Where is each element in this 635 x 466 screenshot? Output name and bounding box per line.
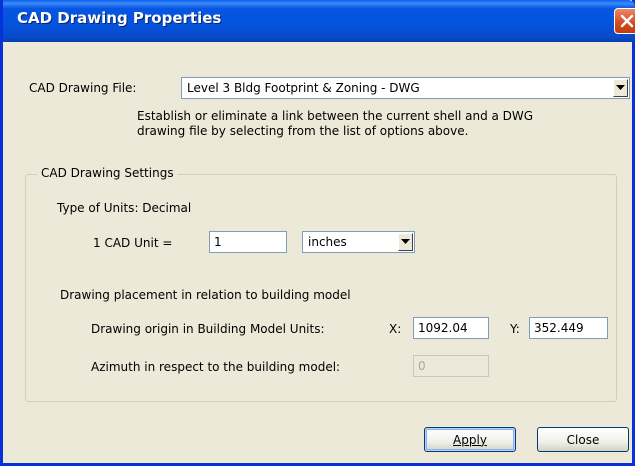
title-bar[interactable]: CAD Drawing Properties <box>3 0 635 42</box>
cad-drawing-settings-title: CAD Drawing Settings <box>37 166 178 180</box>
units-type-label: Type of Units: Decimal <box>57 201 192 215</box>
azimuth-input[interactable]: 0 <box>413 355 489 377</box>
cad-unit-input[interactable]: 1 <box>209 231 287 253</box>
origin-x-input[interactable]: 1092.04 <box>413 317 489 339</box>
close-window-button[interactable] <box>614 8 635 34</box>
origin-y-input[interactable]: 352.449 <box>529 317 608 339</box>
dialog-window: CAD Drawing Properties CAD Drawing File:… <box>0 0 635 466</box>
cad-drawing-file-select[interactable]: Level 3 Bldg Footprint & Zoning - DWG <box>181 77 630 99</box>
close-button[interactable]: Close <box>537 427 629 452</box>
close-x-icon <box>620 14 634 28</box>
chevron-down-icon[interactable] <box>613 79 628 97</box>
apply-button-label: Apply <box>453 432 487 447</box>
y-label: Y: <box>510 322 520 336</box>
origin-label: Drawing origin in Building Model Units: <box>91 322 325 336</box>
cad-unit-label: 1 CAD Unit = <box>93 236 173 250</box>
close-button-label: Close <box>566 432 600 447</box>
placement-heading: Drawing placement in relation to buildin… <box>60 288 351 302</box>
unit-select-value: inches <box>308 235 347 249</box>
cad-file-help-line1: Establish or eliminate a link between th… <box>137 109 534 123</box>
cad-drawing-file-label: CAD Drawing File: <box>29 81 137 95</box>
cad-file-help-line2: drawing file by selecting from the list … <box>137 124 469 138</box>
window-title: CAD Drawing Properties <box>17 9 222 27</box>
chevron-down-icon[interactable] <box>398 233 413 251</box>
azimuth-label: Azimuth in respect to the building model… <box>91 360 341 374</box>
apply-button[interactable]: Apply <box>424 427 516 452</box>
cad-drawing-file-value: Level 3 Bldg Footprint & Zoning - DWG <box>187 81 420 95</box>
unit-select[interactable]: inches <box>302 231 415 253</box>
x-label: X: <box>389 322 402 336</box>
